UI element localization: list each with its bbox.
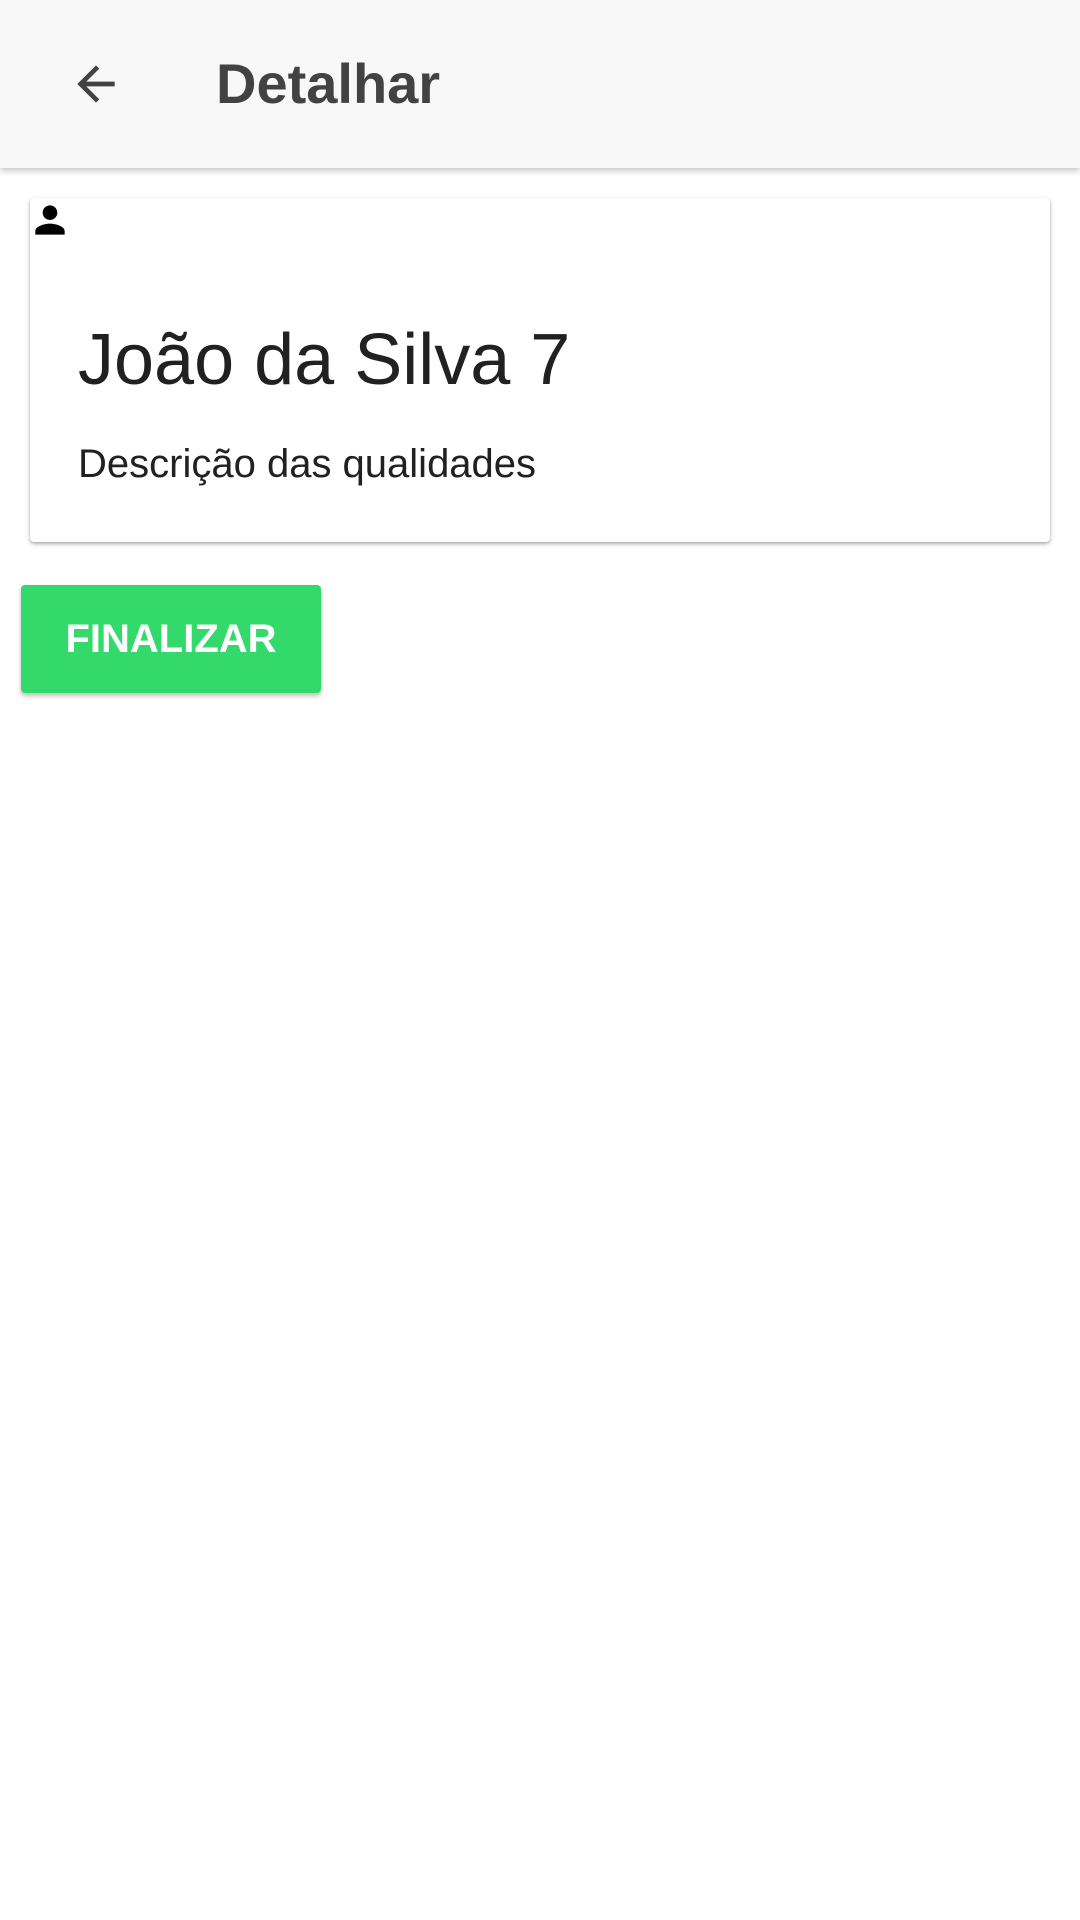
- page-title: Detalhar: [216, 52, 441, 115]
- back-button[interactable]: [56, 40, 136, 128]
- person-description: Descrição das qualidades: [78, 442, 537, 486]
- arrow-back-icon: [77, 65, 115, 103]
- person-name: João da Silva 7: [78, 320, 571, 400]
- person-icon: [35, 205, 65, 235]
- finalize-button[interactable]: FINALIZAR: [21, 585, 321, 693]
- person-card: João da Silva 7 Descrição das qualidades: [30, 198, 1050, 542]
- app-bar: Detalhar: [0, 0, 1080, 168]
